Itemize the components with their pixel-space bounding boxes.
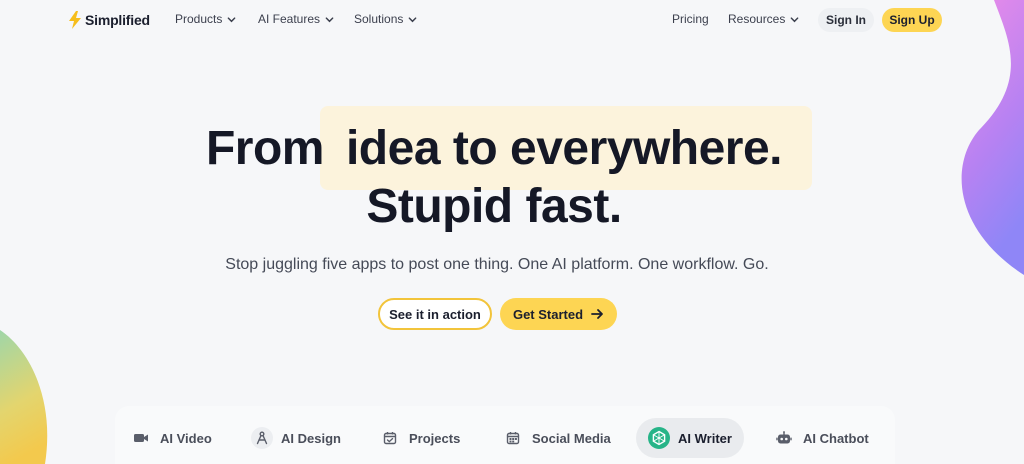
get-started-button[interactable]: Get Started	[500, 298, 617, 330]
nav-solutions[interactable]: Solutions	[354, 12, 417, 26]
nav-resources-label: Resources	[728, 12, 786, 26]
ai-writer-hexagon-icon	[648, 427, 670, 449]
brand-logo[interactable]: Simplified	[68, 11, 150, 29]
nav-products-label: Products	[175, 12, 223, 26]
nav-pricing-label: Pricing	[672, 12, 709, 26]
get-started-label: Get Started	[512, 306, 584, 322]
robot-icon	[773, 427, 795, 449]
tab-ai-video[interactable]: AI Video	[130, 418, 212, 458]
chevron-down-icon	[227, 16, 236, 22]
headline-line-2: Stupid fast.	[366, 180, 622, 233]
tab-label: AI Chatbot	[803, 430, 869, 446]
sign-up-button[interactable]: Sign Up	[882, 8, 942, 32]
calendar-check-icon	[379, 427, 401, 449]
video-camera-icon	[130, 427, 152, 449]
design-compass-icon	[251, 427, 273, 449]
nav-pricing[interactable]: Pricing	[672, 12, 709, 26]
sign-in-button[interactable]: Sign In	[818, 8, 874, 32]
nav-resources[interactable]: Resources	[728, 12, 799, 26]
headline-line-1: From idea to everywhere.	[0, 120, 988, 178]
tab-label: AI Writer	[678, 430, 732, 446]
tab-projects[interactable]: Projects	[379, 418, 460, 458]
tab-label: Social Media	[532, 430, 611, 446]
gradient-blob-left	[0, 330, 48, 464]
calendar-grid-icon	[502, 427, 524, 449]
lightning-logo-icon	[69, 11, 81, 29]
brand-name: Simplified	[85, 12, 150, 28]
see-it-in-action-button[interactable]: See it in action	[378, 298, 492, 330]
chevron-down-icon	[325, 16, 334, 22]
tab-social-media[interactable]: Social Media	[502, 418, 611, 458]
tab-ai-design[interactable]: AI Design	[251, 418, 341, 458]
tab-label: AI Video	[160, 430, 212, 446]
chevron-down-icon	[409, 16, 417, 22]
hero-subtitle: Stop juggling five apps to post one thin…	[225, 256, 769, 273]
nav-ai-features-label: AI Features	[258, 12, 321, 26]
chevron-down-icon	[790, 16, 799, 22]
tab-label: AI Design	[281, 430, 341, 446]
tab-ai-writer[interactable]: AI Writer	[636, 418, 744, 458]
headline-part-a: From	[205, 122, 325, 175]
nav-products[interactable]: Products	[175, 12, 236, 26]
hero-headline: From idea to everywhere. Stupid fast.	[0, 120, 988, 236]
arrow-right-icon	[591, 309, 603, 319]
top-navigation: Simplified Products AI Features Solution…	[0, 0, 1024, 40]
tab-label: Projects	[409, 430, 461, 446]
tab-ai-chatbot[interactable]: AI Chatbot	[773, 418, 869, 458]
nav-solutions-label: Solutions	[354, 12, 404, 26]
nav-ai-features[interactable]: AI Features	[258, 12, 334, 26]
headline-part-b: idea to everywhere.	[345, 122, 783, 175]
